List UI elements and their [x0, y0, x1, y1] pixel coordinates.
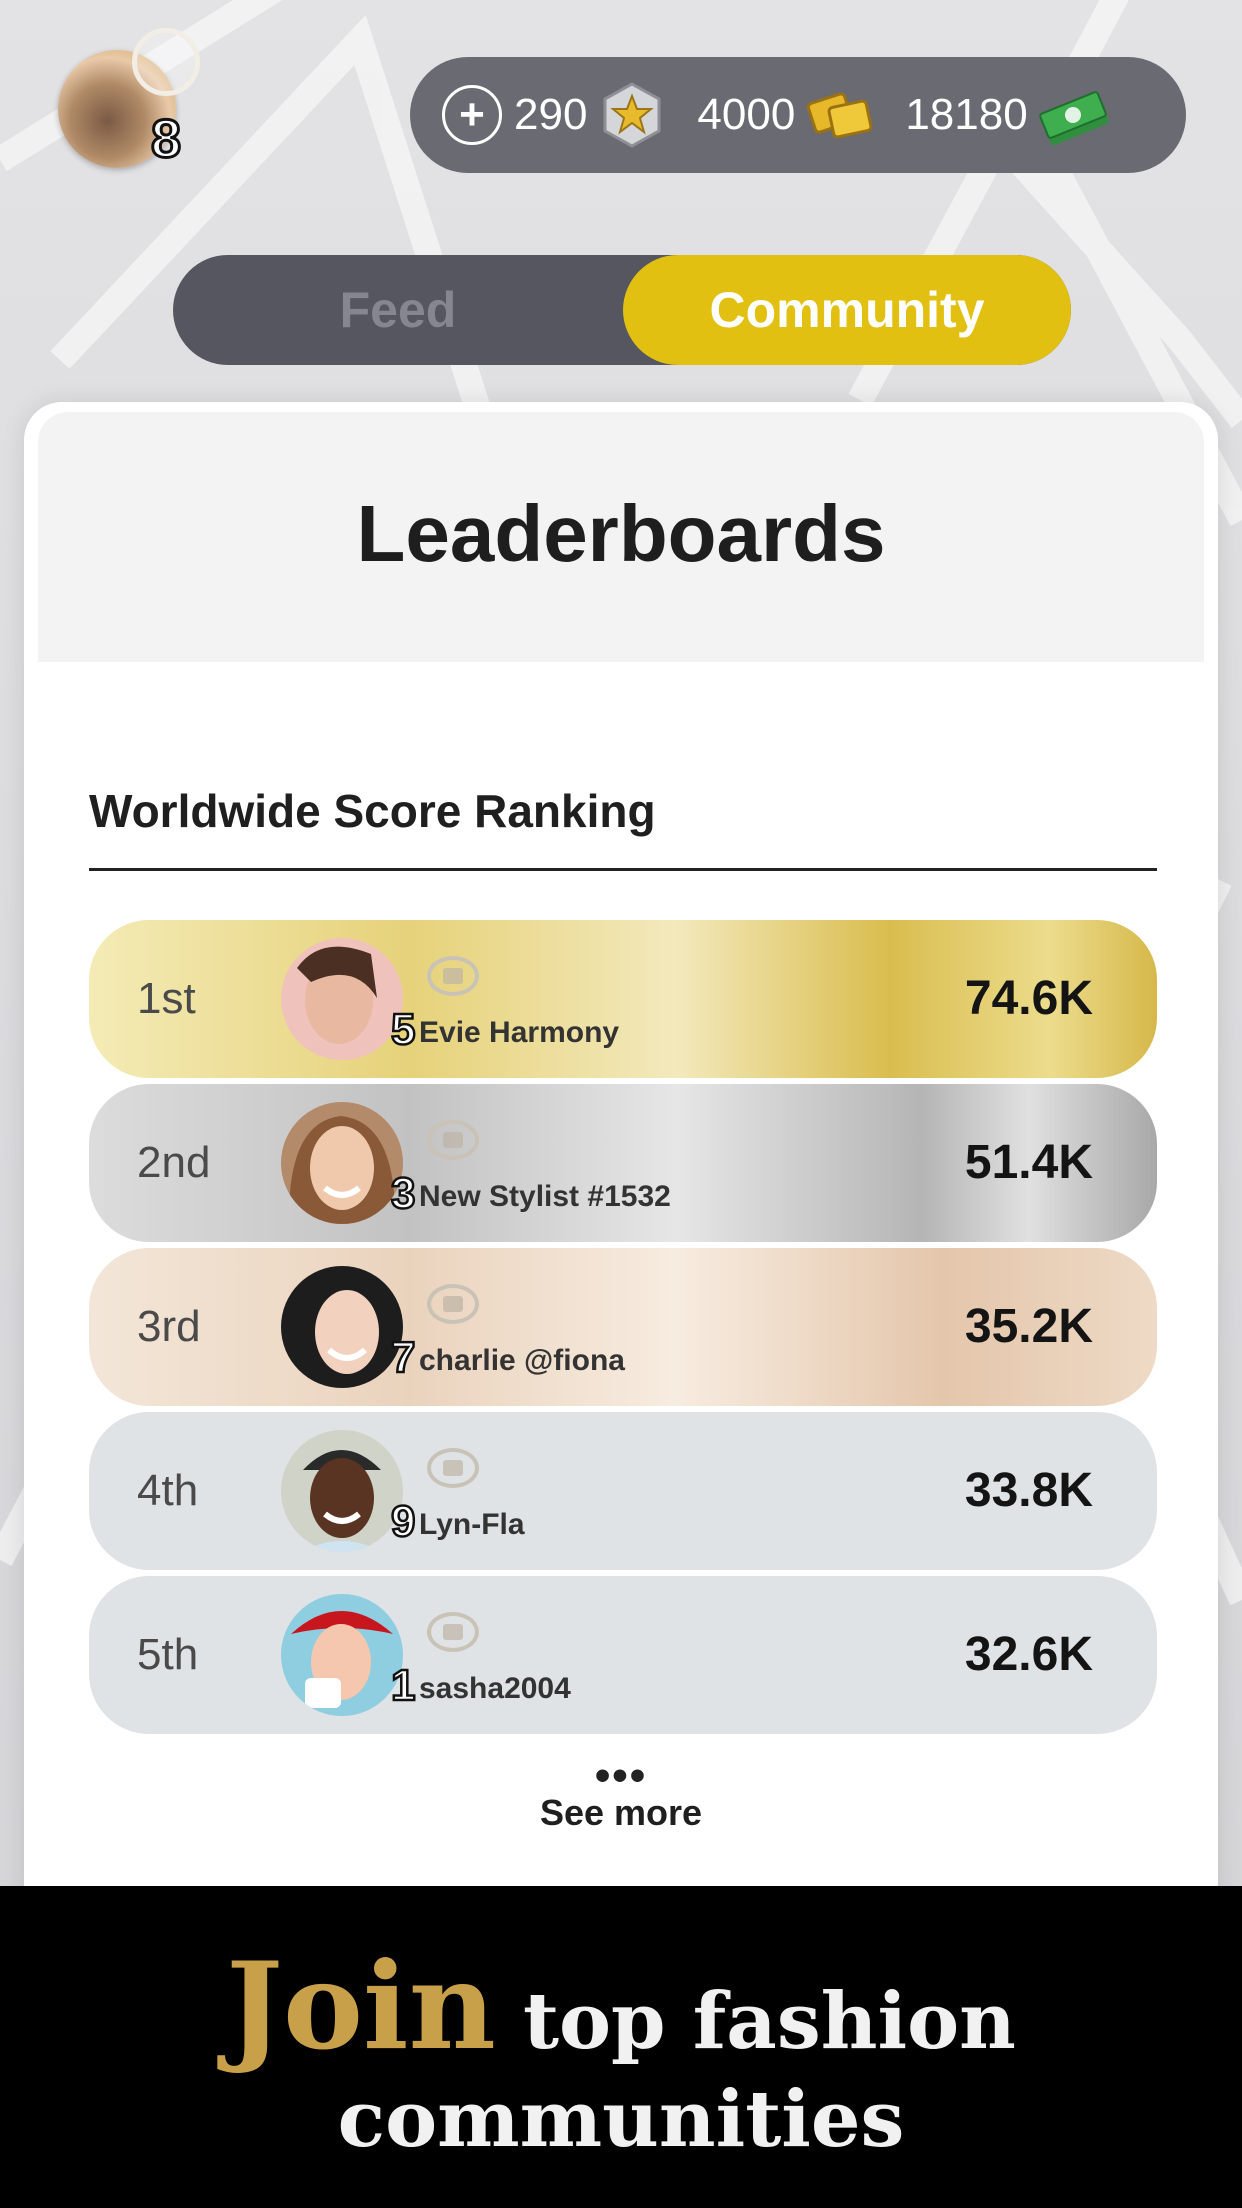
- user-score: 74.6K: [964, 972, 1093, 1025]
- user-avatar: [281, 1430, 403, 1552]
- add-currency-button[interactable]: +: [442, 85, 502, 145]
- tab-community[interactable]: Community: [623, 255, 1071, 365]
- stylist-badge-icon: [427, 1612, 479, 1652]
- page-title: Leaderboards: [356, 489, 886, 578]
- user-score: 33.8K: [964, 1464, 1093, 1517]
- stylist-badge-icon: [427, 1120, 479, 1160]
- banner-line-1: Join top fashion: [0, 1936, 1242, 2077]
- currency-bar: + 290 4000 18180: [410, 57, 1186, 173]
- rank-label: 2nd: [137, 1138, 211, 1187]
- user-avatar: [281, 1102, 403, 1224]
- banner-join-word: Join: [226, 1936, 496, 2077]
- section-title: Worldwide Score Ranking: [89, 785, 656, 837]
- leaderboard-row[interactable]: 5th 1 sasha2004 32.6K: [89, 1576, 1157, 1734]
- medal-icon: [132, 28, 200, 96]
- leaderboard-row[interactable]: 4th 9 Lyn-Fla 33.8K: [89, 1412, 1157, 1570]
- rank-label: 1st: [137, 974, 196, 1023]
- promo-banner: Join top fashion communities: [0, 1886, 1242, 2208]
- rank-label: 5th: [137, 1630, 199, 1679]
- user-level-badge: 1: [390, 1661, 417, 1710]
- user-score: 32.6K: [964, 1628, 1093, 1681]
- see-more-link[interactable]: See more: [24, 1792, 1218, 1834]
- star-token-count: 290: [514, 90, 588, 139]
- stylist-badge-icon: [427, 956, 479, 996]
- rank-label: 3rd: [137, 1302, 201, 1351]
- user-name: Evie Harmony: [419, 1016, 620, 1049]
- stylist-badge-icon: [427, 1284, 479, 1324]
- user-level-badge: 3: [390, 1169, 417, 1218]
- user-avatar: [281, 938, 403, 1060]
- ticket-count: 4000: [697, 90, 796, 139]
- user-name: sasha2004: [419, 1672, 571, 1705]
- cash-count: 18180: [905, 90, 1028, 139]
- card-header: Leaderboards: [38, 412, 1204, 662]
- user-avatar: [281, 1594, 403, 1716]
- user-score: 51.4K: [964, 1136, 1093, 1189]
- star-token-icon: [603, 82, 661, 148]
- leaderboard-row[interactable]: 2nd 3 New Stylist #1532 51.4K: [89, 1084, 1157, 1242]
- feed-community-switch: Feed Community: [173, 255, 1071, 365]
- stylist-badge-icon: [427, 1448, 479, 1488]
- leaderboard-card: Leaderboards Worldwide Score Ranking 1st…: [24, 402, 1218, 1922]
- tab-feed[interactable]: Feed: [173, 255, 623, 365]
- banner-text-1: top fashion: [522, 1976, 1016, 2067]
- leaderboard-row[interactable]: 1st 5 Evie Harmony 74.6K: [89, 920, 1157, 1078]
- divider: [89, 868, 1157, 871]
- user-level-badge: 5: [390, 1005, 417, 1054]
- user-level-badge: 9: [390, 1497, 417, 1546]
- user-name: New Stylist #1532: [419, 1180, 671, 1213]
- user-name: Lyn-Fla: [419, 1508, 525, 1541]
- user-avatar: [281, 1266, 403, 1388]
- user-score: 35.2K: [964, 1300, 1093, 1353]
- leaderboard-row[interactable]: 3rd 7 charlie @fiona 35.2K: [89, 1248, 1157, 1406]
- gold-tickets-icon: [807, 92, 873, 139]
- cash-stack-icon: [1038, 91, 1108, 146]
- player-level-badge: 8: [149, 109, 182, 169]
- user-name: charlie @fiona: [419, 1344, 625, 1377]
- banner-line-2: communities: [337, 2074, 905, 2165]
- rank-label: 4th: [137, 1466, 199, 1515]
- user-level-badge: 7: [390, 1333, 417, 1382]
